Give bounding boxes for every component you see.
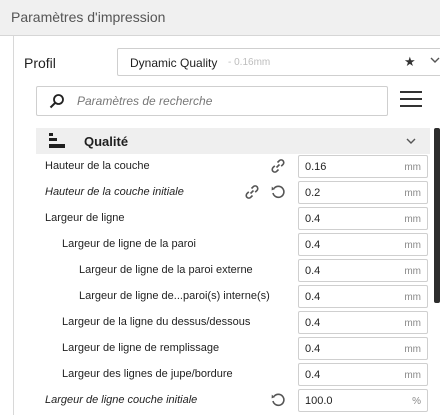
setting-unit: % — [412, 396, 421, 407]
setting-label: Hauteur de la couche — [45, 160, 150, 172]
setting-unit: mm — [404, 344, 421, 355]
setting-value-field[interactable]: 0.4 mm — [298, 337, 428, 360]
setting-value-field[interactable]: 100.0 % — [298, 389, 428, 412]
setting-unit: mm — [404, 188, 421, 199]
panel-header: Paramètres d'impression — [0, 0, 440, 36]
settings-menu-button[interactable] — [400, 91, 422, 111]
hamburger-icon-line — [400, 98, 422, 100]
setting-value: 0.4 — [305, 317, 321, 329]
setting-row-infill-line-width: Largeur de ligne de remplissage 0.4 mm — [36, 336, 428, 362]
chevron-down-icon — [430, 57, 440, 63]
setting-value-field[interactable]: 0.2 mm — [298, 181, 428, 204]
setting-label: Largeur de ligne de la paroi — [62, 238, 196, 250]
link-icon[interactable] — [244, 184, 260, 200]
setting-value: 0.4 — [305, 369, 321, 381]
setting-row-initial-layer-height: Hauteur de la couche initiale 0.2 mm — [36, 180, 428, 206]
setting-label: Largeur de ligne de la paroi externe — [79, 264, 253, 276]
category-label: Qualité — [84, 134, 129, 149]
setting-label: Largeur de la ligne du dessus/dessous — [62, 316, 251, 328]
search-icon — [49, 94, 64, 109]
setting-label: Largeur de ligne de remplissage — [62, 342, 220, 354]
setting-value-field[interactable]: 0.4 mm — [298, 233, 428, 256]
setting-value: 0.4 — [305, 343, 321, 355]
profile-dropdown[interactable]: Dynamic Quality - 0.16mm ★ — [117, 48, 440, 76]
setting-value-field[interactable]: 0.16 mm — [298, 155, 428, 178]
setting-value: 100.0 — [305, 395, 333, 407]
setting-value: 0.4 — [305, 213, 321, 225]
setting-row-outer-wall-line-width: Largeur de ligne de la paroi externe 0.4… — [36, 258, 428, 284]
hamburger-icon-line — [400, 105, 422, 107]
setting-value-field[interactable]: 0.4 mm — [298, 363, 428, 386]
setting-unit: mm — [404, 266, 421, 277]
search-box[interactable] — [36, 86, 388, 116]
setting-row-top-bottom-line-width: Largeur de la ligne du dessus/dessous 0.… — [36, 310, 428, 336]
setting-row-initial-layer-line-width: Largeur de ligne couche initiale 100.0 % — [36, 388, 428, 414]
setting-label: Largeur de ligne couche initiale — [45, 394, 198, 406]
setting-label: Largeur de ligne de...paroi(s) interne(s… — [79, 290, 270, 302]
setting-label: Largeur de ligne — [45, 212, 125, 224]
setting-value-field[interactable]: 0.4 mm — [298, 285, 428, 308]
profile-layer-height: - 0.16mm — [228, 57, 271, 68]
link-icon[interactable] — [270, 158, 286, 174]
setting-unit: mm — [404, 240, 421, 251]
profile-name: Dynamic Quality — [130, 56, 218, 70]
setting-unit: mm — [404, 370, 421, 381]
search-input[interactable] — [77, 91, 377, 111]
setting-value: 0.2 — [305, 187, 321, 199]
quality-layers-icon — [49, 133, 65, 148]
setting-row-wall-line-width: Largeur de ligne de la paroi 0.4 mm — [36, 232, 428, 258]
setting-value: 0.16 — [305, 161, 327, 173]
panel-title: Paramètres d'impression — [11, 9, 166, 25]
setting-value: 0.4 — [305, 239, 321, 251]
setting-value-field[interactable]: 0.4 mm — [298, 259, 428, 282]
reset-icon[interactable] — [270, 392, 286, 408]
setting-unit: mm — [404, 318, 421, 329]
reset-icon[interactable] — [270, 184, 286, 200]
scrollbar[interactable] — [434, 128, 440, 303]
star-icon[interactable]: ★ — [404, 54, 416, 70]
setting-value-field[interactable]: 0.4 mm — [298, 311, 428, 334]
setting-value: 0.4 — [305, 265, 321, 277]
setting-value: 0.4 — [305, 291, 321, 303]
profile-label: Profil — [24, 55, 56, 71]
setting-unit: mm — [404, 214, 421, 225]
setting-unit: mm — [404, 162, 421, 173]
setting-label: Largeur des lignes de jupe/bordure — [62, 368, 233, 380]
setting-row-skirt-brim-line-width: Largeur des lignes de jupe/bordure 0.4 m… — [36, 362, 428, 388]
setting-row-inner-wall-line-width: Largeur de ligne de...paroi(s) interne(s… — [36, 284, 428, 310]
hamburger-icon-line — [400, 91, 422, 93]
panel-divider — [13, 36, 14, 415]
category-quality-header[interactable]: Qualité — [36, 128, 430, 154]
setting-unit: mm — [404, 292, 421, 303]
setting-value-field[interactable]: 0.4 mm — [298, 207, 428, 230]
setting-label: Hauteur de la couche initiale — [45, 186, 184, 198]
setting-row-layer-height: Hauteur de la couche 0.16 mm — [36, 154, 428, 180]
chevron-down-icon — [406, 138, 416, 144]
setting-row-line-width: Largeur de ligne 0.4 mm — [36, 206, 428, 232]
